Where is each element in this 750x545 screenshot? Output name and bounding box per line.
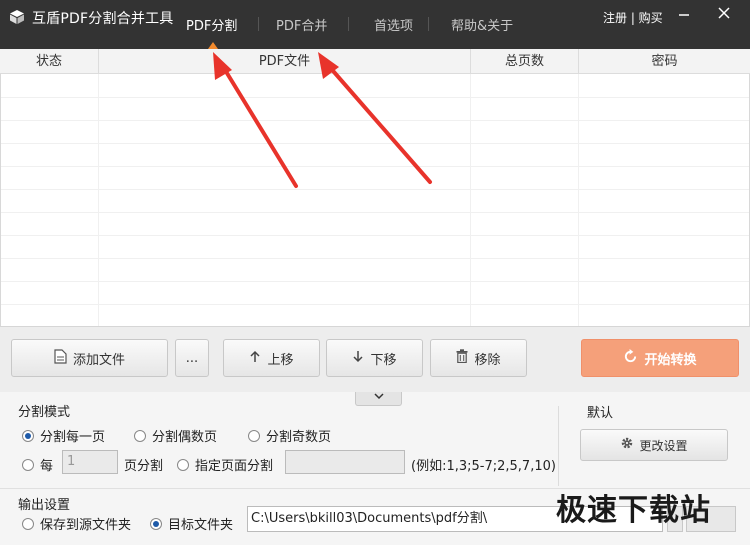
row-gridline [1,212,749,213]
pages-per-split-suffix: 页分割 [124,459,164,474]
row-gridline [1,120,749,121]
col-gridline [98,74,99,326]
row-gridline [1,281,749,282]
start-convert-label: 开始转换 [644,352,697,368]
title-bar: 互盾PDF分割合并工具 PDF分割 PDF合并 首选项 帮助&关于 注册 | 购… [0,0,750,49]
row-gridline [1,189,749,190]
split-every-page-option[interactable]: 分割每一页 [22,426,105,445]
column-password[interactable]: 密码 [579,49,750,74]
gear-icon [620,436,634,454]
column-total-pages[interactable]: 总页数 [471,49,578,74]
tab-divider [348,17,349,31]
move-up-button[interactable]: 上移 [223,339,320,377]
remove-button[interactable]: 移除 [430,339,527,377]
add-file-label: 添加文件 [72,352,125,368]
option-label: 保存到源文件夹 [40,518,132,533]
more-label: ... [185,350,199,366]
col-gridline [470,74,471,326]
radio-button[interactable] [134,429,146,442]
tab-divider [428,17,429,31]
row-gridline [1,143,749,144]
option-label: 分割偶数页 [152,430,218,445]
collapse-toggle[interactable] [355,392,402,406]
column-pdf-file[interactable]: PDF文件 [99,49,470,74]
option-label: 指定页面分割 [195,459,274,474]
output-settings-title: 输出设置 [18,498,71,513]
move-down-label: 下移 [370,352,397,368]
minimize-icon[interactable] [676,7,692,23]
change-settings-button[interactable]: 更改设置 [580,429,728,461]
more-options-button[interactable]: ... [175,339,209,377]
option-label: 分割奇数页 [266,430,332,445]
start-convert-button[interactable]: 开始转换 [581,339,739,377]
split-every-n-option[interactable]: 每 [22,455,53,474]
specified-pages-example: (例如:1,3;5-7;2,5,7,10) [411,459,556,474]
add-file-button[interactable]: 添加文件 [11,339,168,377]
tab-pdf-split[interactable]: PDF分割 [186,15,237,34]
tab-help-about[interactable]: 帮助&关于 [451,15,513,34]
row-gridline [1,166,749,167]
site-watermark: 极速下载站 [556,493,711,528]
radio-button[interactable] [248,429,260,442]
remove-label: 移除 [474,352,501,368]
row-gridline [1,258,749,259]
tab-divider [258,17,259,31]
pages-per-split-input[interactable]: 1 [62,450,118,474]
split-specified-pages-option[interactable]: 指定页面分割 [177,455,273,474]
col-gridline [578,74,579,326]
chevron-down-icon [373,393,384,400]
change-settings-label: 更改设置 [639,438,688,453]
row-gridline [1,97,749,98]
tab-preferences[interactable]: 首选项 [374,15,413,34]
target-folder-option[interactable]: 目标文件夹 [150,514,233,533]
option-label: 分割每一页 [40,430,106,445]
row-gridline [1,235,749,236]
move-down-button[interactable]: 下移 [326,339,423,377]
split-mode-title: 分割模式 [18,405,71,420]
radio-button[interactable] [22,429,34,442]
specified-pages-input[interactable] [285,450,405,474]
radio-button[interactable] [22,517,34,530]
active-tab-indicator [208,42,218,49]
register-buy-link[interactable]: 注册 | 购买 [603,9,663,26]
file-table-header: 状态 PDF文件 总页数 密码 [0,49,750,74]
move-up-label: 上移 [267,352,294,368]
save-to-source-option[interactable]: 保存到源文件夹 [22,514,131,533]
split-even-pages-option[interactable]: 分割偶数页 [134,426,217,445]
column-status[interactable]: 状态 [0,49,98,74]
document-icon [54,348,67,368]
radio-button[interactable] [22,458,34,471]
radio-button[interactable] [150,517,162,530]
row-gridline [1,304,749,305]
defaults-title: 默认 [587,406,614,421]
arrow-up-icon [249,350,261,367]
action-toolbar: 添加文件 ... 上移 下移 移除 开始转换 [0,326,750,392]
refresh-icon [623,348,638,368]
arrow-down-icon [352,350,364,367]
app-logo-icon [10,10,24,24]
app-title: 互盾PDF分割合并工具 [32,11,174,27]
trash-icon [456,349,468,367]
panel-divider [558,406,559,486]
file-list[interactable] [0,74,750,326]
tab-pdf-merge[interactable]: PDF合并 [276,15,327,34]
split-odd-pages-option[interactable]: 分割奇数页 [248,426,331,445]
radio-button[interactable] [177,458,189,471]
option-label: 每 [40,459,54,474]
close-icon[interactable] [716,7,732,23]
option-label: 目标文件夹 [168,518,234,533]
